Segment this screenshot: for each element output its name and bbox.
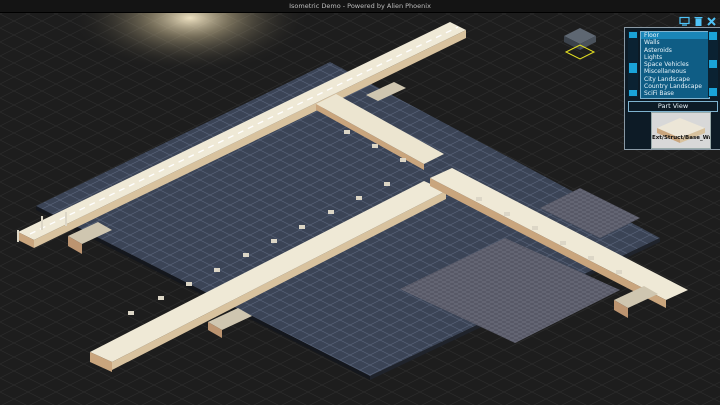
scroll-up-button[interactable] bbox=[629, 32, 637, 38]
category-item-lights[interactable]: Lights bbox=[641, 54, 709, 61]
category-item-miscellaneous[interactable]: Miscellaneous bbox=[641, 68, 709, 75]
part-view-title: Part View bbox=[628, 101, 718, 112]
monitor-icon[interactable] bbox=[679, 12, 690, 26]
left-scrollbar[interactable] bbox=[628, 31, 638, 97]
category-list: Floor Walls Asteroids Lights Space Vehic… bbox=[640, 31, 710, 99]
category-item-floor[interactable]: Floor bbox=[641, 32, 709, 40]
scroll-thumb[interactable] bbox=[629, 63, 637, 73]
category-item-city-landscape[interactable]: City Landscape bbox=[641, 76, 709, 83]
scroll-down-button[interactable] bbox=[709, 88, 717, 96]
window-title: Isometric Demo - Powered by Alien Phoeni… bbox=[289, 2, 431, 10]
app-window: Isometric Demo - Powered by Alien Phoeni… bbox=[0, 0, 720, 405]
scroll-down-button[interactable] bbox=[629, 90, 637, 96]
close-icon[interactable] bbox=[706, 12, 717, 26]
selected-part-cube[interactable] bbox=[560, 22, 600, 62]
part-browser-panel: Floor Walls Asteroids Lights Space Vehic… bbox=[624, 27, 720, 150]
part-preview-label: Ext/Struct/Base_Wall bbox=[652, 135, 711, 141]
scroll-middle-button[interactable] bbox=[709, 60, 717, 68]
trash-icon[interactable] bbox=[693, 12, 704, 26]
right-scrollbar[interactable] bbox=[708, 31, 718, 97]
isometric-viewport[interactable] bbox=[0, 0, 720, 405]
category-item-country-landscape[interactable]: Country Landscape bbox=[641, 83, 709, 90]
title-bar: Isometric Demo - Powered by Alien Phoeni… bbox=[0, 0, 720, 13]
category-item-asteroids[interactable]: Asteroids bbox=[641, 47, 709, 54]
scroll-up-button[interactable] bbox=[709, 32, 717, 40]
part-preview: Ext/Struct/Base_Wall bbox=[651, 112, 711, 149]
category-item-walls[interactable]: Walls bbox=[641, 39, 709, 46]
category-item-space-vehicles[interactable]: Space Vehicles bbox=[641, 61, 709, 68]
category-item-scifi-base[interactable]: SciFi Base bbox=[641, 90, 709, 97]
